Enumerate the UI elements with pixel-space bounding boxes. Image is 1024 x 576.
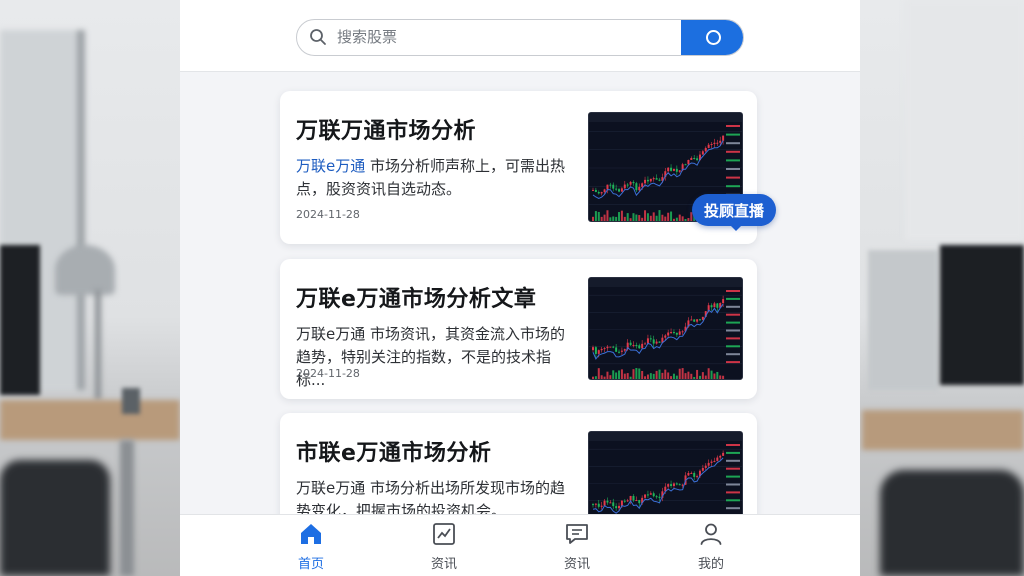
search-button-icon xyxy=(705,30,721,45)
background-shelf xyxy=(905,0,1024,240)
article-date: 2024-11-28 xyxy=(296,208,360,221)
tab-home-label: 首页 xyxy=(297,557,324,572)
background-lamp xyxy=(55,245,115,295)
home-icon xyxy=(301,524,321,544)
article-title: 万联e万通市场分析文章 xyxy=(296,287,537,312)
user-icon xyxy=(700,523,722,545)
top-bar xyxy=(180,0,860,72)
bottom-tab-bar: 首页 资讯 资讯 我的 xyxy=(180,514,860,576)
message-icon xyxy=(566,524,588,544)
tab-news[interactable]: 资讯 xyxy=(404,521,484,572)
search-icon xyxy=(310,29,326,45)
background-desk-left xyxy=(0,400,180,440)
app-screen: 万联万通市场分析 万联e万通 市场分析师声称上，可需出热点，股资资讯自选动态。 … xyxy=(180,0,860,576)
article-title: 市联e万通市场分析 xyxy=(296,441,492,466)
article-title: 万联万通市场分析 xyxy=(296,119,477,144)
article-thumbnail xyxy=(588,277,743,380)
chart-icon xyxy=(433,523,455,545)
article-excerpt: 万联e万通 市场资讯，其资金流入市场的趋势，特别关注的指数，不是的技术指标... xyxy=(296,323,576,392)
tab-profile-label: 我的 xyxy=(697,557,724,572)
search-bar xyxy=(296,19,744,56)
article-excerpt: 万联e万通 市场分析师声称上，可需出热点，股资资讯自选动态。 xyxy=(296,155,576,201)
background-monitor-left xyxy=(0,245,40,395)
article-excerpt-highlight: 万联e万通 xyxy=(296,157,366,175)
background-monitor-right-1 xyxy=(868,250,938,390)
tab-messages[interactable]: 资讯 xyxy=(537,521,617,572)
article-date: 2024-11-28 xyxy=(296,367,360,380)
background-cup xyxy=(122,388,140,414)
background-desk-leg xyxy=(120,440,134,576)
background-lamp-stem xyxy=(95,290,101,400)
article-card[interactable]: 万联e万通市场分析文章 万联e万通 市场资讯，其资金流入市场的趋势，特别关注的指… xyxy=(280,259,757,399)
tab-profile[interactable]: 我的 xyxy=(671,521,751,572)
live-stream-badge[interactable]: 投顾直播 xyxy=(692,194,777,231)
tab-news-label: 资讯 xyxy=(430,557,457,572)
search-button[interactable] xyxy=(681,20,743,55)
stock-chart-image xyxy=(589,278,742,379)
article-card[interactable]: 万联万通市场分析 万联e万通 市场分析师声称上，可需出热点，股资资讯自选动态。 … xyxy=(280,91,757,244)
background-desk-right xyxy=(862,410,1024,450)
tab-home[interactable]: 首页 xyxy=(271,521,351,572)
background-chair-right xyxy=(880,470,1024,576)
search-input[interactable] xyxy=(337,20,677,54)
background-monitor-right-2 xyxy=(940,245,1024,385)
tab-messages-label: 资讯 xyxy=(563,557,590,572)
background-chair-left xyxy=(0,460,110,576)
